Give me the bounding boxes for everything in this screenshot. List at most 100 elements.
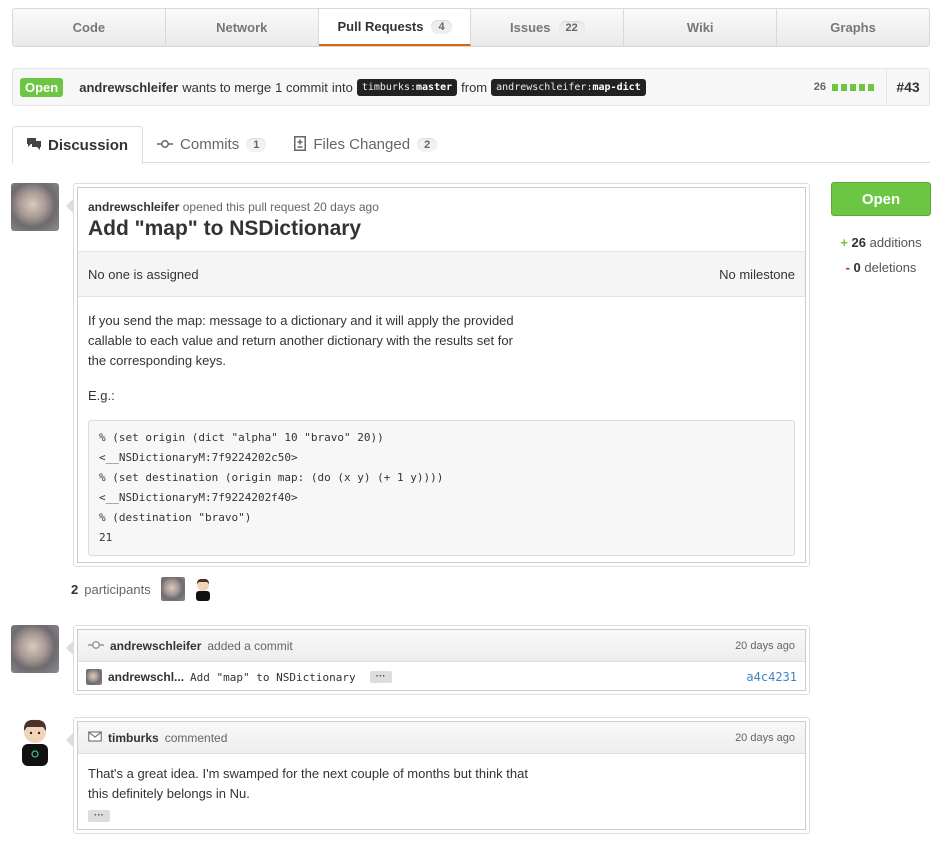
pull-title: Add "map" to NSDictionary [88, 217, 362, 240]
commit-message[interactable]: Add "map" to NSDictionary [190, 671, 356, 684]
files-changed-counter: 2 [417, 137, 438, 152]
comment: timburks commented 20 days ago That's a … [66, 717, 810, 834]
commit-row: andrewschl... Add "map" to NSDictionary … [78, 662, 805, 692]
commit-row-author[interactable]: andrewschl... [108, 670, 184, 684]
deletions-count: 0 [853, 260, 861, 275]
comment-expand-button[interactable]: ··· [88, 810, 110, 822]
opener-paragraph: If you send the map: message to a dictio… [88, 313, 514, 368]
state-open-button[interactable]: Open [831, 182, 931, 216]
pull-author-link[interactable]: andrewschleifer [79, 80, 178, 95]
diffstat-block [832, 83, 838, 91]
repo-nav: Code Network Pull Requests 4 Issues 22 W… [12, 8, 930, 47]
commit-event-inner: andrewschleifer added a commit 20 days a… [77, 629, 806, 691]
base-user: timburks [361, 81, 410, 93]
assignee-text: No one is assigned [88, 266, 199, 282]
commit-sha-link[interactable]: a4c4231 [746, 670, 797, 684]
nav-code-label: Code [72, 20, 106, 35]
pull-state-badge: Open [20, 77, 64, 97]
comment-time: 20 days ago [735, 731, 795, 744]
deletions-label: deletions [864, 260, 917, 275]
commit-icon [157, 137, 174, 152]
comment-body: That's a great idea. I'm swamped for the… [78, 754, 805, 832]
opener-paragraph: E.g.: [88, 388, 115, 403]
nav-graphs-label: Graphs [830, 20, 876, 35]
milestone-text: No milestone [719, 266, 795, 282]
nav-pull-requests-label: Pull Requests [337, 19, 424, 34]
issues-counter: 22 [558, 20, 585, 35]
plus-sign: + [840, 235, 848, 250]
nav-wiki[interactable]: Wiki [624, 9, 778, 46]
comment-author[interactable]: timburks [108, 731, 159, 745]
participant-avatar[interactable] [160, 577, 185, 601]
commit-event-time: 20 days ago [735, 639, 795, 652]
head-ref[interactable]: andrewschleifer:map-dict [491, 78, 646, 96]
comment-text: That's a great idea. I'm swamped for the… [88, 766, 528, 801]
merge-text-1: wants to merge [182, 79, 272, 95]
pull-tabs: Discussion Commits 1 Files Changed 2 [12, 126, 930, 164]
diffstat-count: 26 [813, 81, 826, 93]
code-block: % (set origin (dict "alpha" 10 "bravo" 2… [88, 420, 795, 556]
nav-issues[interactable]: Issues 22 [471, 9, 625, 46]
commits-counter: 1 [246, 137, 267, 152]
nav-network-label: Network [216, 20, 268, 35]
nav-wiki-label: Wiki [686, 20, 714, 35]
diffstat-block [859, 83, 865, 91]
nav-pull-requests[interactable]: Pull Requests 4 [318, 9, 472, 46]
opener-body: If you send the map: message to a dictio… [78, 297, 805, 566]
diffstat-block [868, 83, 874, 91]
commit-event: andrewschleifer added a commit 20 days a… [66, 625, 810, 695]
base-ref[interactable]: timburks:master [356, 78, 458, 96]
from-text: from [461, 79, 488, 95]
nav-network[interactable]: Network [166, 9, 319, 46]
pull-requests-counter: 4 [431, 19, 452, 34]
opener-header: andrewschleifer opened this pull request… [78, 188, 805, 251]
additions-label: additions [869, 235, 922, 250]
diff-stats: + 26 additions - 0 deletions [831, 230, 931, 280]
tab-files-changed[interactable]: Files Changed 2 [280, 126, 451, 163]
diffstat[interactable]: 26 [814, 69, 887, 105]
discussion-icon [27, 137, 41, 153]
opener-author[interactable]: andrewschleifer [88, 200, 179, 214]
pull-opener-comment: andrewschleifer opened this pull request… [66, 183, 810, 567]
opener-inner: andrewschleifer opened this pull request… [77, 187, 806, 563]
assign-bar: No one is assigned No milestone [78, 251, 805, 297]
base-branch: master [416, 81, 453, 93]
avatar[interactable] [15, 716, 55, 766]
nav-issues-label: Issues [510, 20, 551, 35]
commit-icon [88, 639, 104, 653]
nav-code[interactable]: Code [13, 9, 166, 46]
nav-graphs[interactable]: Graphs [777, 9, 929, 46]
diffstat-block [841, 83, 847, 91]
tab-files-changed-label: Files Changed [313, 136, 411, 153]
avatar[interactable] [11, 183, 59, 231]
tab-commits[interactable]: Commits 1 [143, 126, 280, 163]
participant-avatar[interactable] [190, 577, 215, 601]
tab-commits-label: Commits [180, 136, 240, 153]
tab-discussion[interactable]: Discussion [12, 126, 144, 164]
tab-discussion-label: Discussion [48, 136, 129, 154]
participants-label: participants [84, 581, 151, 597]
opener-meta-text: opened this pull request 20 days ago [182, 200, 379, 214]
envelope-icon [88, 730, 102, 745]
participants-count: 2 [71, 581, 79, 597]
head-branch: map-dict [592, 81, 641, 93]
head-user: andrewschleifer [496, 81, 587, 93]
commit-count-text: 1 commit [275, 79, 328, 95]
pull-header: Open andrewschleifer wants to merge 1 co… [12, 68, 930, 106]
commit-expand-button[interactable]: ··· [369, 671, 392, 683]
opener-meta: andrewschleifer opened this pull request… [88, 200, 795, 214]
comment-inner: timburks commented 20 days ago That's a … [77, 721, 806, 830]
merge-text-2: into [331, 79, 353, 95]
commit-event-header: andrewschleifer added a commit 20 days a… [78, 630, 805, 662]
deletions-line: - 0 deletions [831, 255, 931, 280]
additions-line: + 26 additions [831, 230, 931, 255]
commit-event-author[interactable]: andrewschleifer [110, 639, 201, 653]
pull-description: andrewschleifer wants to merge 1 commit … [79, 78, 646, 96]
commit-event-action: added a commit [207, 638, 293, 653]
additions-count: 26 [851, 235, 866, 250]
avatar[interactable] [11, 625, 59, 673]
commit-author-avatar[interactable] [86, 669, 102, 685]
file-diff-icon [294, 135, 307, 154]
minus-sign: - [845, 260, 850, 275]
comment-header: timburks commented 20 days ago [78, 722, 805, 754]
